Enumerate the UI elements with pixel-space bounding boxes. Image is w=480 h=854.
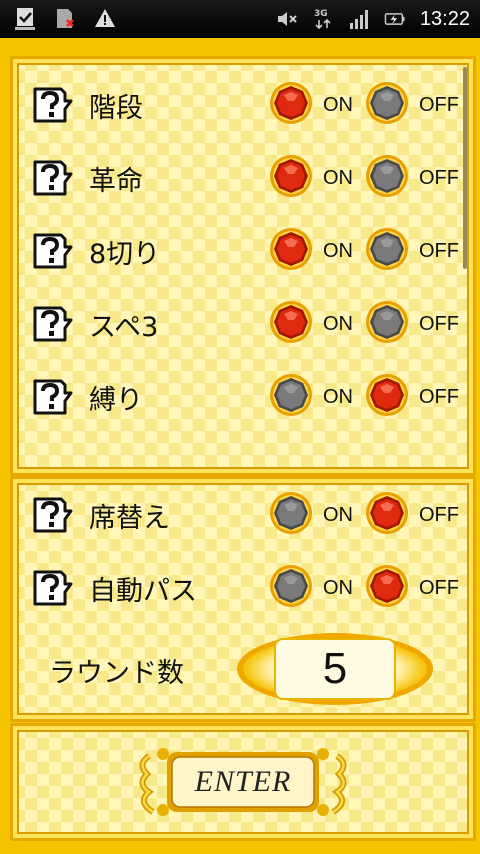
on-label: ON bbox=[323, 239, 353, 262]
on-label: ON bbox=[323, 93, 353, 116]
setting-label: 自動パス bbox=[89, 575, 197, 607]
svg-text:3G: 3G bbox=[314, 9, 328, 19]
off-label: OFF bbox=[419, 239, 459, 262]
on-off-toggle: ON OFF bbox=[269, 223, 459, 279]
off-radio-gem-icon[interactable] bbox=[365, 300, 409, 348]
on-label: ON bbox=[323, 166, 353, 189]
help-question-icon[interactable] bbox=[29, 229, 73, 273]
help-question-icon[interactable] bbox=[29, 566, 73, 610]
off-label: OFF bbox=[419, 312, 459, 335]
warning-icon bbox=[94, 6, 116, 30]
rules-panel[interactable]: 階段 ON OFF 革命 ON OFF 8切り ON OFF スペ3 ON OF… bbox=[10, 56, 476, 476]
on-off-toggle: ON OFF bbox=[269, 560, 459, 616]
on-off-toggle: ON OFF bbox=[269, 487, 459, 543]
setting-label: スペ3 bbox=[89, 311, 159, 343]
help-question-icon[interactable] bbox=[29, 156, 73, 200]
on-label: ON bbox=[323, 576, 353, 599]
off-radio-gem-icon[interactable] bbox=[365, 564, 409, 612]
options-panel: ラウンド数 5 席替え ON OFF 自動パス ON OFF bbox=[10, 476, 476, 722]
off-label: OFF bbox=[419, 385, 459, 408]
setting-row: 席替え ON OFF bbox=[29, 487, 459, 543]
round-count-value: 5 bbox=[322, 644, 348, 693]
off-label: OFF bbox=[419, 166, 459, 189]
enter-button[interactable]: ENTER bbox=[139, 746, 347, 818]
on-radio-gem-icon[interactable] bbox=[269, 300, 313, 348]
sdcard-error-icon bbox=[54, 6, 76, 30]
setting-row: 自動パス ON OFF bbox=[29, 560, 459, 616]
help-question-icon[interactable] bbox=[29, 83, 73, 127]
on-radio-gem-icon[interactable] bbox=[269, 373, 313, 421]
help-question-icon[interactable] bbox=[29, 302, 73, 346]
on-radio-gem-icon[interactable] bbox=[269, 154, 313, 202]
off-radio-gem-icon[interactable] bbox=[365, 227, 409, 275]
on-radio-gem-icon[interactable] bbox=[269, 491, 313, 539]
setting-row: 8切り ON OFF bbox=[29, 223, 459, 279]
setting-row: 階段 ON OFF bbox=[29, 77, 459, 133]
mute-icon bbox=[276, 7, 298, 31]
on-radio-gem-icon[interactable] bbox=[269, 81, 313, 129]
setting-row: スペ3 ON OFF bbox=[29, 296, 459, 352]
setting-label: 階段 bbox=[89, 92, 143, 124]
signal-icon bbox=[348, 7, 370, 31]
setting-label: 縛り bbox=[89, 384, 143, 416]
enter-panel: ENTER bbox=[10, 723, 476, 841]
battery-charging-icon bbox=[384, 7, 406, 31]
on-radio-gem-icon[interactable] bbox=[269, 564, 313, 612]
off-radio-gem-icon[interactable] bbox=[365, 373, 409, 421]
on-label: ON bbox=[323, 503, 353, 526]
off-radio-gem-icon[interactable] bbox=[365, 81, 409, 129]
on-radio-gem-icon[interactable] bbox=[269, 227, 313, 275]
status-bar: 3G 13:22 bbox=[0, 0, 480, 38]
on-label: ON bbox=[323, 385, 353, 408]
clock: 13:22 bbox=[419, 7, 470, 30]
on-off-toggle: ON OFF bbox=[269, 150, 459, 206]
on-label: ON bbox=[323, 312, 353, 335]
scrollbar[interactable] bbox=[463, 67, 467, 269]
round-count-label: ラウンド数 bbox=[49, 658, 184, 689]
off-label: OFF bbox=[419, 93, 459, 116]
setting-row: 縛り ON OFF bbox=[29, 369, 459, 425]
off-radio-gem-icon[interactable] bbox=[365, 154, 409, 202]
on-off-toggle: ON OFF bbox=[269, 77, 459, 133]
setting-label: 革命 bbox=[89, 165, 143, 197]
on-off-toggle: ON OFF bbox=[269, 296, 459, 352]
help-question-icon[interactable] bbox=[29, 493, 73, 537]
off-label: OFF bbox=[419, 576, 459, 599]
setting-row: 革命 ON OFF bbox=[29, 150, 459, 206]
off-label: OFF bbox=[419, 503, 459, 526]
setting-label: 席替え bbox=[89, 502, 170, 534]
setting-label: 8切り bbox=[89, 238, 161, 270]
download-complete-icon bbox=[14, 6, 36, 30]
network-3g-icon: 3G bbox=[312, 7, 334, 31]
off-radio-gem-icon[interactable] bbox=[365, 491, 409, 539]
help-question-icon[interactable] bbox=[29, 375, 73, 419]
on-off-toggle: ON OFF bbox=[269, 369, 459, 425]
enter-button-label: ENTER bbox=[194, 765, 292, 798]
